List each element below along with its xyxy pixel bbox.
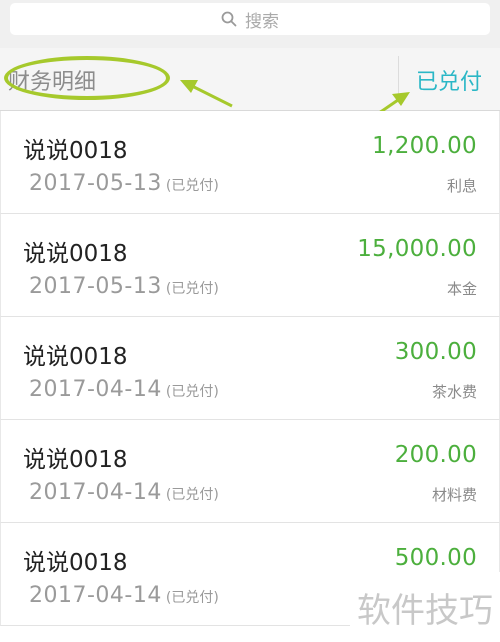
record-amount: 200.00 — [394, 442, 477, 468]
record-category: 本金 — [446, 280, 477, 298]
search-icon — [221, 11, 237, 27]
record-category: 茶水费 — [431, 383, 477, 401]
record-row[interactable]: 说说0018 2017-04-14 (已兑付) 200.00 材料费 — [0, 420, 500, 523]
record-row[interactable]: 说说0018 2017-04-14 (已兑付) 300.00 茶水费 — [0, 317, 500, 420]
watermark: 软件技巧 — [350, 572, 500, 642]
record-name: 说说0018 — [23, 241, 128, 267]
record-date: 2017-04-14 — [29, 377, 162, 402]
record-category: 利息 — [446, 177, 477, 195]
record-category: 材料费 — [431, 486, 477, 504]
record-amount: 1,200.00 — [372, 133, 477, 159]
record-date-line: 2017-04-14 (已兑付) — [29, 583, 219, 608]
record-date: 2017-04-14 — [29, 583, 162, 608]
record-date-line: 2017-04-14 (已兑付) — [29, 377, 219, 402]
search-area: 搜索 — [0, 0, 500, 48]
record-status: (已兑付) — [165, 590, 219, 606]
record-name: 说说0018 — [23, 447, 128, 473]
record-row[interactable]: 说说0018 2017-05-13 (已兑付) 15,000.00 本金 — [0, 214, 500, 317]
finance-record-list: 说说0018 2017-05-13 (已兑付) 1,200.00 利息 说说001… — [0, 111, 500, 626]
record-amount: 15,000.00 — [357, 236, 477, 262]
record-date: 2017-05-13 — [29, 274, 162, 299]
record-amount: 500.00 — [394, 545, 477, 571]
record-status: (已兑付) — [165, 281, 219, 297]
record-status: (已兑付) — [165, 487, 219, 503]
record-row[interactable]: 说说0018 2017-05-13 (已兑付) 1,200.00 利息 — [0, 111, 500, 214]
record-name: 说说0018 — [23, 138, 128, 164]
record-name: 说说0018 — [23, 550, 128, 576]
record-name: 说说0018 — [23, 344, 128, 370]
record-date-line: 2017-05-13 (已兑付) — [29, 171, 219, 196]
record-status: (已兑付) — [165, 178, 219, 194]
search-bar[interactable]: 搜索 — [10, 3, 490, 35]
record-date-line: 2017-05-13 (已兑付) — [29, 274, 219, 299]
record-date: 2017-05-13 — [29, 171, 162, 196]
record-date-line: 2017-04-14 (已兑付) — [29, 480, 219, 505]
record-date: 2017-04-14 — [29, 480, 162, 505]
record-amount: 300.00 — [394, 339, 477, 365]
record-status: (已兑付) — [165, 384, 219, 400]
search-placeholder: 搜索 — [245, 11, 279, 32]
annotation-arrow-left — [180, 80, 233, 108]
